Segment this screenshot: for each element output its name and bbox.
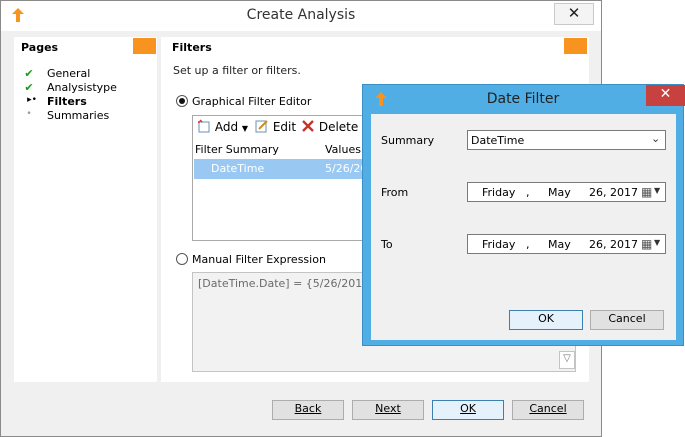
to-month[interactable]: May <box>548 238 571 251</box>
date-separator: , <box>526 238 530 251</box>
summary-label: Summary <box>381 134 435 147</box>
page-item-analysistype[interactable]: ✔ Analysistype <box>22 81 152 95</box>
back-button-label: Back <box>294 402 322 415</box>
page-item-label: Summaries <box>47 109 110 122</box>
column-header-summary[interactable]: Filter Summary <box>195 143 279 156</box>
pages-panel: Pages ✔ General ✔ Analysistype ▸• Filter… <box>14 37 157 382</box>
dialog-close-button[interactable]: ✕ <box>646 85 685 106</box>
delete-filter-button[interactable]: Delete <box>301 119 358 137</box>
dialog-cancel-button[interactable]: Cancel <box>590 310 664 330</box>
graphical-filter-label: Graphical Filter Editor <box>192 95 312 108</box>
column-header-values[interactable]: Values <box>325 143 361 156</box>
from-label: From <box>381 186 409 199</box>
page-item-label: General <box>47 67 91 80</box>
from-date-picker[interactable]: Friday , May 26, 2017 ▦ ▼ <box>467 182 666 202</box>
current-arrow-icon: ▸• <box>27 95 37 105</box>
to-label: To <box>381 238 393 251</box>
edit-icon <box>255 120 268 133</box>
title-bar[interactable]: Create Analysis ✕ <box>1 1 601 31</box>
close-button[interactable]: ✕ <box>554 3 594 25</box>
edit-button-label: Edit <box>272 120 297 134</box>
summary-select[interactable]: DateTime ⌄ <box>467 130 666 150</box>
delete-icon <box>302 120 314 132</box>
calendar-icon[interactable]: ▦ <box>641 237 652 251</box>
check-icon: ✔ <box>24 67 34 80</box>
chevron-down-icon: ▼ <box>241 124 249 133</box>
graphical-filter-radio[interactable] <box>176 95 188 107</box>
page-item-label: Filters <box>47 95 87 108</box>
next-button[interactable]: Next <box>352 400 424 420</box>
chevron-down-icon[interactable]: ▼ <box>654 186 660 195</box>
dialog-title: Date Filter <box>486 91 560 107</box>
date-filter-body: Summary DateTime ⌄ From Friday , May 26,… <box>371 114 676 340</box>
bullet-icon: • <box>26 109 32 119</box>
filters-title: Filters <box>172 41 212 54</box>
date-separator: , <box>526 186 530 199</box>
back-button[interactable]: Back <box>272 400 344 420</box>
from-weekday[interactable]: Friday <box>482 186 515 199</box>
to-day-year[interactable]: 26, 2017 <box>589 238 638 251</box>
ok-button[interactable]: OK <box>432 400 504 420</box>
chevron-down-icon[interactable]: ▼ <box>654 238 660 247</box>
cancel-button-label: Cancel <box>529 402 567 415</box>
calendar-icon[interactable]: ▦ <box>641 185 652 199</box>
to-weekday[interactable]: Friday <box>482 238 515 251</box>
pages-title: Pages <box>21 41 59 54</box>
edit-filter-button[interactable]: Edit <box>255 119 296 137</box>
summary-select-value: DateTime <box>471 134 525 147</box>
from-month[interactable]: May <box>548 186 571 199</box>
add-filter-button[interactable]: Add ▼ <box>197 119 248 137</box>
pages-header: Pages <box>14 37 157 57</box>
cancel-button[interactable]: Cancel <box>512 400 584 420</box>
filter-expression-text: [DateTime.Date] = {5/26/2017} <box>198 277 377 290</box>
page-item-label: Analysistype <box>47 81 117 94</box>
page-item-general[interactable]: ✔ General <box>22 67 152 81</box>
from-day-year[interactable]: 26, 2017 <box>589 186 638 199</box>
add-button-label: Add <box>214 120 239 134</box>
delete-button-label: Delete <box>318 120 359 134</box>
scroll-down-button[interactable]: ▽ <box>559 351 575 369</box>
check-icon: ✔ <box>24 81 34 94</box>
ok-button-label: OK <box>460 402 476 415</box>
row-summary-cell: DateTime <box>211 162 265 175</box>
manual-filter-radio[interactable] <box>176 253 188 265</box>
pages-accent-block <box>133 38 156 54</box>
add-icon <box>198 119 210 133</box>
next-button-label: Next <box>375 402 401 415</box>
filters-accent-block <box>564 38 587 54</box>
filters-description: Set up a filter or filters. <box>173 64 301 77</box>
page-item-summaries[interactable]: • Summaries <box>22 109 152 123</box>
dialog-ok-button[interactable]: OK <box>509 310 583 330</box>
manual-filter-label: Manual Filter Expression <box>192 253 326 266</box>
date-filter-dialog: Date Filter ✕ Summary DateTime ⌄ From Fr… <box>362 84 685 346</box>
chevron-down-icon[interactable]: ⌄ <box>651 132 660 145</box>
to-date-picker[interactable]: Friday , May 26, 2017 ▦ ▼ <box>467 234 666 254</box>
window-title: Create Analysis <box>246 7 356 23</box>
chevron-down-icon: ▽ <box>563 353 571 364</box>
page-item-filters[interactable]: ▸• Filters <box>22 95 152 109</box>
